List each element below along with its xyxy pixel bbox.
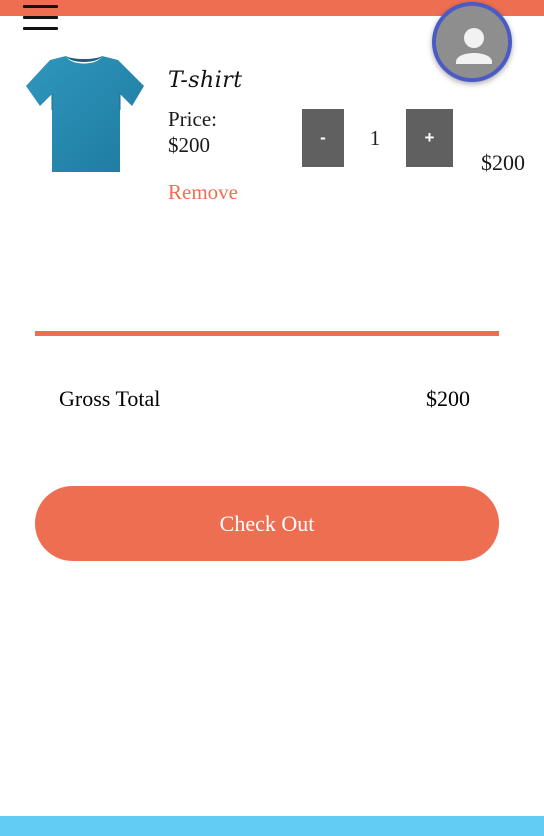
hamburger-line	[23, 16, 58, 19]
hamburger-line	[23, 5, 58, 8]
checkout-button[interactable]: Check Out	[35, 486, 499, 561]
gross-total-value: $200	[426, 386, 470, 411]
quantity-value: 1	[369, 125, 381, 150]
price-value: $200	[168, 133, 210, 157]
tshirt-product-image	[26, 56, 144, 172]
product-name: T-shirt	[168, 68, 243, 93]
hamburger-line	[23, 27, 58, 30]
person-icon	[436, 6, 508, 78]
remove-link[interactable]: Remove	[168, 180, 238, 205]
price-label: Price:	[168, 107, 217, 131]
hamburger-menu-icon[interactable]	[23, 0, 59, 32]
decrease-quantity-button[interactable]: -	[302, 109, 344, 167]
bottom-bar	[0, 816, 544, 836]
user-avatar-icon[interactable]	[432, 2, 512, 82]
divider	[35, 331, 499, 336]
gross-total-label: Gross Total	[59, 386, 161, 411]
increase-quantity-button[interactable]: +	[406, 109, 453, 167]
line-total: $200	[481, 150, 525, 175]
